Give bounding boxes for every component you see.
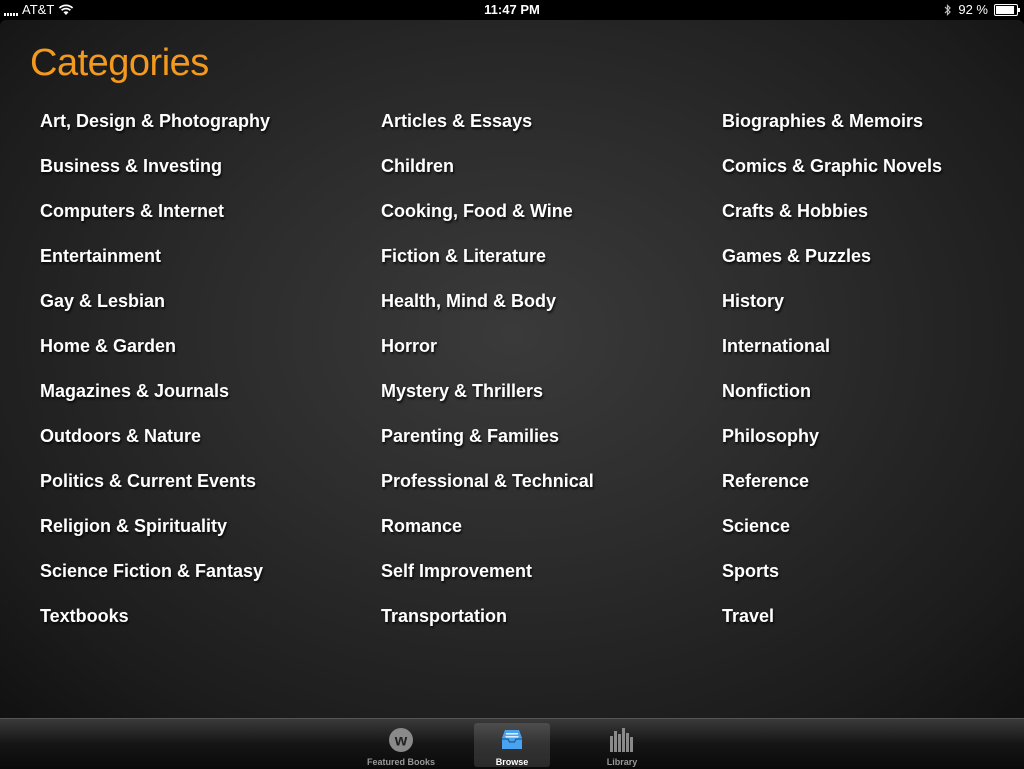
category-link[interactable]: Gay & Lesbian (40, 288, 381, 333)
category-link[interactable]: Health, Mind & Body (381, 288, 722, 333)
category-link[interactable]: Fiction & Literature (381, 243, 722, 288)
tab-label: Featured Books (366, 757, 435, 767)
category-link[interactable]: Comics & Graphic Novels (722, 153, 1022, 198)
category-link[interactable]: Professional & Technical (381, 468, 722, 513)
battery-percent: 92 % (958, 2, 988, 17)
tab-label: Library (606, 757, 638, 767)
category-link[interactable]: Articles & Essays (381, 108, 722, 153)
category-link[interactable]: Politics & Current Events (40, 468, 381, 513)
status-bar: AT&T 11:47 PM 92 % (0, 0, 1024, 20)
category-link[interactable]: International (722, 333, 1022, 378)
category-link[interactable]: Reference (722, 468, 1022, 513)
bluetooth-icon (944, 3, 952, 16)
categories-panel: Categories Art, Design & Photography Arti… (0, 20, 1024, 718)
category-link[interactable]: Nonfiction (722, 378, 1022, 423)
tab-library[interactable]: Library (584, 723, 660, 767)
category-link[interactable]: Parenting & Families (381, 423, 722, 468)
tab-bar: w Featured Books Browse Library (0, 718, 1024, 769)
category-link[interactable]: Computers & Internet (40, 198, 381, 243)
category-link[interactable]: Self Improvement (381, 558, 722, 603)
tab-featured-books[interactable]: w Featured Books (363, 723, 439, 767)
category-link[interactable]: Travel (722, 603, 1022, 648)
category-link[interactable]: Business & Investing (40, 153, 381, 198)
tab-label: Browse (495, 757, 529, 767)
category-link[interactable]: Philosophy (722, 423, 1022, 468)
category-link[interactable]: Cooking, Food & Wine (381, 198, 722, 243)
category-link[interactable]: Biographies & Memoirs (722, 108, 1022, 153)
battery-icon (994, 3, 1020, 16)
category-link[interactable]: Sports (722, 558, 1022, 603)
featured-w-icon: w (389, 728, 413, 752)
category-link[interactable]: Religion & Spirituality (40, 513, 381, 558)
category-link[interactable]: Horror (381, 333, 722, 378)
category-link[interactable]: Mystery & Thrillers (381, 378, 722, 423)
svg-text:w: w (394, 733, 408, 750)
page-title: Categories (30, 42, 209, 84)
category-grid: Art, Design & Photography Articles & Essa… (40, 108, 1022, 648)
category-link[interactable]: Science (722, 513, 1022, 558)
category-link[interactable]: Outdoors & Nature (40, 423, 381, 468)
library-books-icon (610, 728, 633, 752)
category-link[interactable]: Art, Design & Photography (40, 108, 381, 153)
category-link[interactable]: Textbooks (40, 603, 381, 648)
category-link[interactable]: Science Fiction & Fantasy (40, 558, 381, 603)
category-link[interactable]: Games & Puzzles (722, 243, 1022, 288)
status-time: 11:47 PM (484, 2, 540, 17)
category-link[interactable]: Children (381, 153, 722, 198)
status-right: 92 % (944, 2, 1020, 17)
category-link[interactable]: Entertainment (40, 243, 381, 288)
category-link[interactable]: Romance (381, 513, 722, 558)
category-link[interactable]: Home & Garden (40, 333, 381, 378)
category-link[interactable]: Magazines & Journals (40, 378, 381, 423)
battery-fill (996, 5, 1015, 14)
category-link[interactable]: Crafts & Hobbies (722, 198, 1022, 243)
category-link[interactable]: History (722, 288, 1022, 333)
browse-tray-icon (502, 730, 522, 749)
tab-browse[interactable]: Browse (474, 723, 550, 767)
category-link[interactable]: Transportation (381, 603, 722, 648)
